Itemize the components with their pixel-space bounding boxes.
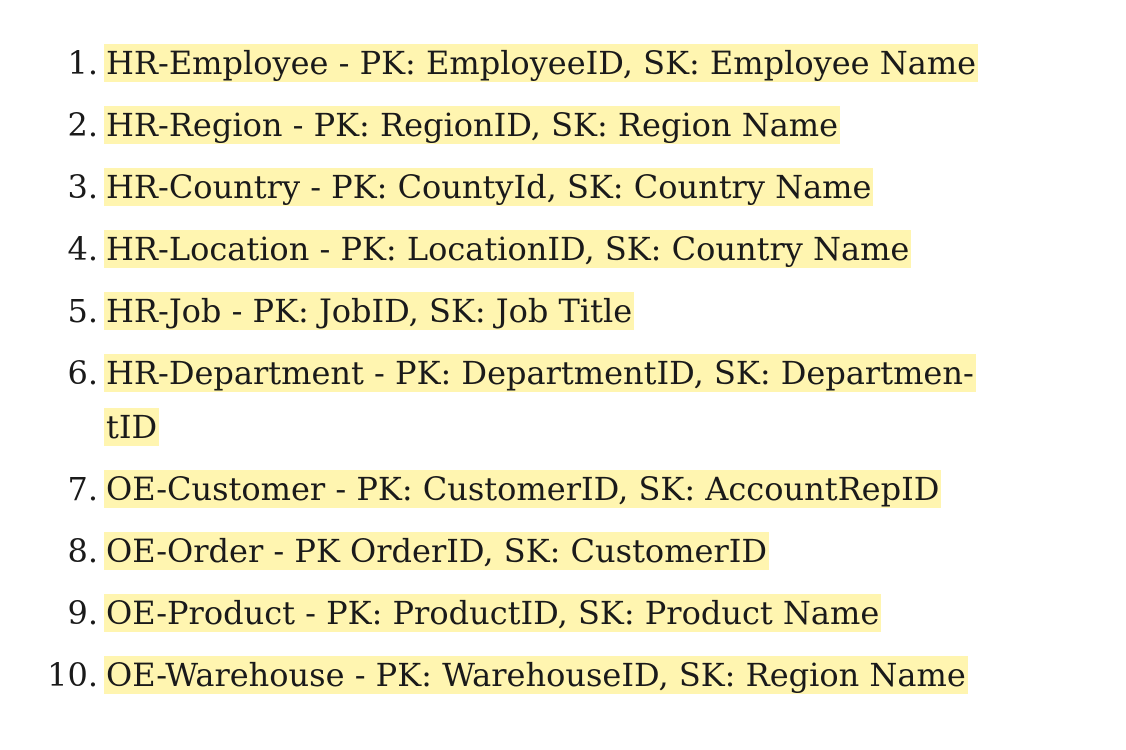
highlighted-text-line2: tID — [104, 408, 160, 446]
highlighted-text: HR-Region - PK: RegionID, SK: Region Nam… — [104, 106, 841, 144]
list-item-number: 10. — [47, 656, 98, 694]
highlighted-text: OE-Product - PK: ProductID, SK: Product … — [104, 594, 882, 632]
highlighted-text: OE-Warehouse - PK: WarehouseID, SK: Regi… — [104, 656, 968, 694]
list-item-number: 7. — [67, 470, 98, 508]
list-item: 1. HR-Employee - PK: EmployeeID, SK: Emp… — [0, 36, 1126, 90]
list-item: 5. HR-Job - PK: JobID, SK: Job Title — [0, 284, 1126, 338]
list-item-number: 5. — [67, 292, 98, 330]
list-item: 2. HR-Region - PK: RegionID, SK: Region … — [0, 98, 1126, 152]
list-item-text: OE-Order - PK OrderID, SK: CustomerID — [104, 524, 770, 578]
list-item: 6. HR-Department - PK: DepartmentID, SK:… — [0, 346, 1126, 454]
list-item-number: 2. — [67, 106, 98, 144]
list-item-number: 3. — [67, 168, 98, 206]
list-item-text: HR-Region - PK: RegionID, SK: Region Nam… — [104, 98, 841, 152]
list-item-number: 8. — [67, 532, 98, 570]
highlighted-text: HR-Job - PK: JobID, SK: Job Title — [104, 292, 635, 330]
highlighted-text-line1: HR-Department - PK: DepartmentID, SK: De… — [104, 354, 976, 392]
list-item: 10. OE-Warehouse - PK: WarehouseID, SK: … — [0, 648, 1126, 702]
list-item-text: HR-Location - PK: LocationID, SK: Countr… — [104, 222, 912, 276]
highlighted-text: OE-Customer - PK: CustomerID, SK: Accoun… — [104, 470, 942, 508]
list-item-text: HR-Department - PK: DepartmentID, SK: De… — [104, 346, 976, 454]
list-item-text: OE-Customer - PK: CustomerID, SK: Accoun… — [104, 462, 942, 516]
list-item: 7. OE-Customer - PK: CustomerID, SK: Acc… — [0, 462, 1126, 516]
list-item-text: HR-Employee - PK: EmployeeID, SK: Employ… — [104, 36, 979, 90]
list-item-text: OE-Warehouse - PK: WarehouseID, SK: Regi… — [104, 648, 968, 702]
list-item-number: 1. — [67, 44, 98, 82]
list-item-number: 9. — [67, 594, 98, 632]
list-item-text: HR-Country - PK: CountyId, SK: Country N… — [104, 160, 874, 214]
list-item: 4. HR-Location - PK: LocationID, SK: Cou… — [0, 222, 1126, 276]
list-item: 8. OE-Order - PK OrderID, SK: CustomerID — [0, 524, 1126, 578]
list-item: 9. OE-Product - PK: ProductID, SK: Produ… — [0, 586, 1126, 640]
highlighted-text: HR-Location - PK: LocationID, SK: Countr… — [104, 230, 912, 268]
list-item-number: 4. — [67, 230, 98, 268]
table-key-list: 1. HR-Employee - PK: EmployeeID, SK: Emp… — [0, 36, 1126, 710]
list-item-number: 6. — [67, 354, 98, 392]
list-item: 3. HR-Country - PK: CountyId, SK: Countr… — [0, 160, 1126, 214]
highlighted-text: OE-Order - PK OrderID, SK: CustomerID — [104, 532, 770, 570]
highlighted-text: HR-Employee - PK: EmployeeID, SK: Employ… — [104, 44, 979, 82]
list-item-text: HR-Job - PK: JobID, SK: Job Title — [104, 284, 635, 338]
highlighted-text: HR-Country - PK: CountyId, SK: Country N… — [104, 168, 874, 206]
list-item-text: OE-Product - PK: ProductID, SK: Product … — [104, 586, 882, 640]
